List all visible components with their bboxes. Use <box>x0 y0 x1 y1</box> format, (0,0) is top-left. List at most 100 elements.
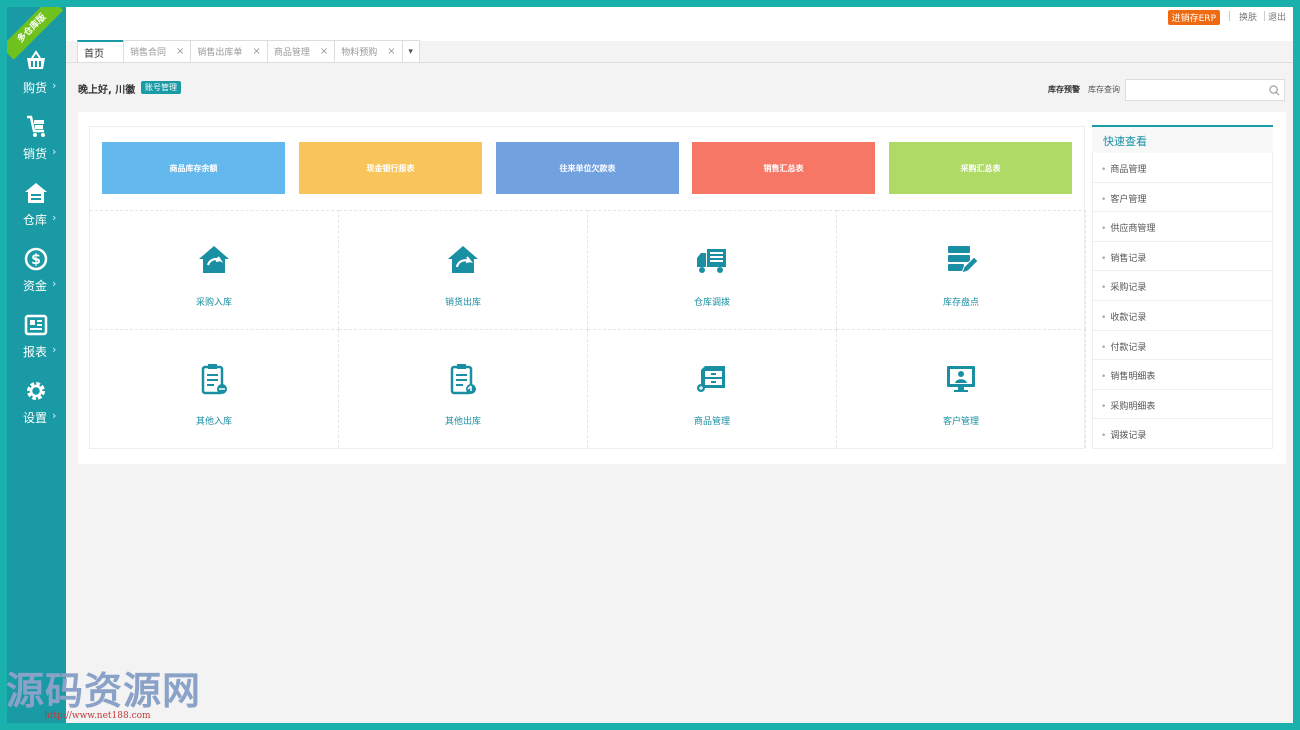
skin-link[interactable]: 换肤 <box>1239 10 1257 23</box>
sidebar-item-sales[interactable]: 销货 › <box>7 115 66 175</box>
stock-warning-link[interactable]: 库存预警 <box>1048 84 1080 95</box>
close-icon[interactable]: × <box>252 46 260 57</box>
bullet-icon: • <box>1101 342 1107 353</box>
bullet-icon: • <box>1101 372 1107 383</box>
report-label: 销售汇总表 <box>763 163 804 173</box>
sidebar-item-settings[interactable]: 设置 › <box>7 379 66 439</box>
logout-link[interactable]: 退出 <box>1268 10 1286 23</box>
quick-item-product[interactable]: • 商品管理 <box>1092 153 1273 183</box>
tab-label: 首页 <box>84 48 104 60</box>
cabinet-icon <box>697 366 725 392</box>
quick-item-label: 采购记录 <box>1110 283 1147 294</box>
action-label: 其他出库 <box>444 417 481 427</box>
report-label: 现金银行报表 <box>366 163 415 173</box>
quick-item-label: 付款记录 <box>1110 342 1147 353</box>
report-icon <box>24 314 48 336</box>
cart-icon <box>27 115 45 137</box>
chevron-right-icon: › <box>52 343 57 356</box>
tab-label: 商品管理 <box>273 48 310 58</box>
tab-bar: 首页 销售合同 × 销售出库单 × 商品管理 × 物料预购 × ▾ <box>77 40 420 63</box>
quick-item-purchase-detail[interactable]: • 采购明细表 <box>1092 389 1273 420</box>
dashboard-area: 商品库存余额 现金银行报表 往来单位欠款表 销售汇总表 采购汇总表 采购入库 销… <box>89 126 1086 449</box>
action-product-management[interactable]: 商品管理 <box>588 329 837 448</box>
action-label: 销货出库 <box>444 298 481 308</box>
tab-label: 销售合同 <box>130 48 167 58</box>
sidebar-item-label: 报表 <box>23 345 48 359</box>
watermark-text: 源码资源网 <box>6 669 202 713</box>
quick-item-label: 采购明细表 <box>1110 401 1156 412</box>
sidebar-item-label: 仓库 <box>23 213 48 227</box>
clipboard-in-icon <box>201 364 227 395</box>
action-purchase-inbound[interactable]: 采购入库 <box>90 210 339 329</box>
report-cash-bank[interactable]: 现金银行报表 <box>299 142 482 194</box>
search-icon[interactable] <box>1269 85 1280 96</box>
close-icon[interactable]: × <box>387 46 395 57</box>
action-label: 仓库调拨 <box>693 298 730 308</box>
house-in-icon <box>199 246 229 273</box>
close-icon[interactable]: × <box>176 46 184 57</box>
chevron-right-icon: › <box>52 277 57 290</box>
action-other-inbound[interactable]: 其他入库 <box>90 329 339 448</box>
main-panel: 商品库存余额 现金银行报表 往来单位欠款表 销售汇总表 采购汇总表 采购入库 销… <box>78 112 1286 464</box>
quick-item-label: 商品管理 <box>1110 165 1147 175</box>
close-icon[interactable]: × <box>320 46 328 57</box>
quick-item-sales-detail[interactable]: • 销售明细表 <box>1092 360 1273 390</box>
action-label: 采购入库 <box>195 298 232 308</box>
server-edit-icon <box>948 246 978 274</box>
action-sales-outbound[interactable]: 销货出库 <box>339 210 588 329</box>
report-arrears[interactable]: 往来单位欠款表 <box>496 142 679 194</box>
tab-home[interactable]: 首页 <box>77 40 123 63</box>
action-warehouse-transfer[interactable]: 仓库调拨 <box>588 210 837 329</box>
sidebar-item-purchase[interactable]: 购货 › <box>7 49 66 109</box>
tab-sales-outbound[interactable]: 销售出库单 × <box>190 40 267 63</box>
quick-item-label: 客户管理 <box>1110 194 1147 205</box>
quick-item-label: 收款记录 <box>1110 312 1147 323</box>
sidebar-item-reports[interactable]: 报表 › <box>7 313 66 373</box>
report-sales-summary[interactable]: 销售汇总表 <box>692 142 875 194</box>
quick-item-receipt-records[interactable]: • 收款记录 <box>1092 300 1273 331</box>
basket-icon <box>27 50 45 69</box>
truck-icon <box>697 249 726 273</box>
quick-item-label: 销售记录 <box>1110 253 1147 264</box>
sidebar-item-warehouse[interactable]: 仓库 › <box>7 181 66 241</box>
app-frame: 多仓库版 购货 › 销货 › 仓库 › $ 资金 › 报表 › 设置 › 进销存… <box>7 7 1293 723</box>
action-label: 其他入库 <box>195 417 232 427</box>
action-other-outbound[interactable]: 其他出库 <box>339 329 588 448</box>
sidebar: 多仓库版 购货 › 销货 › 仓库 › $ 资金 › 报表 › 设置 › <box>7 7 66 723</box>
report-purchase-summary[interactable]: 采购汇总表 <box>889 142 1072 194</box>
quick-item-label: 销售明细表 <box>1110 372 1156 383</box>
tab-product-management[interactable]: 商品管理 × <box>266 40 335 63</box>
sidebar-item-label: 销货 <box>23 147 48 161</box>
bullet-icon: • <box>1101 431 1107 442</box>
action-stock-count[interactable]: 库存盘点 <box>837 210 1086 329</box>
sidebar-item-funds[interactable]: $ 资金 › <box>7 247 66 307</box>
stock-search-input[interactable] <box>1126 82 1266 103</box>
tab-material-preorder[interactable]: 物料预购 × <box>334 40 402 63</box>
quick-item-customer[interactable]: • 客户管理 <box>1092 182 1273 213</box>
tab-dropdown[interactable]: ▾ <box>401 40 420 63</box>
quick-item-payment-records[interactable]: • 付款记录 <box>1092 330 1273 361</box>
account-management-button[interactable]: 账号管理 <box>141 81 181 94</box>
quick-item-transfer-records[interactable]: • 调拨记录 <box>1092 419 1273 449</box>
quick-item-supplier[interactable]: • 供应商管理 <box>1092 212 1273 242</box>
sidebar-item-label: 购货 <box>23 81 48 95</box>
erp-badge[interactable]: 进销存ERP <box>1167 10 1220 25</box>
tab-sales-contract[interactable]: 销售合同 × <box>123 40 191 63</box>
report-inventory-balance[interactable]: 商品库存余额 <box>102 142 285 194</box>
greeting-text: 晚上好, 川徽 <box>78 85 136 96</box>
watermark-url: http://www.net188.com <box>44 711 151 721</box>
action-label: 商品管理 <box>693 417 730 427</box>
quick-item-purchase-records[interactable]: • 采购记录 <box>1092 271 1273 301</box>
chevron-right-icon: › <box>52 79 57 92</box>
action-label: 客户管理 <box>942 417 979 427</box>
house-out-icon <box>448 246 478 273</box>
svg-text:$: $ <box>31 252 41 268</box>
action-customer-management[interactable]: 客户管理 <box>837 329 1086 448</box>
sidebar-item-label: 设置 <box>23 411 48 425</box>
report-label: 往来单位欠款表 <box>559 163 616 173</box>
stock-search-box <box>1125 79 1285 103</box>
quick-view-panel: 快速查看 • 商品管理 • 客户管理 • 供应商管理 • 销售记录 • 采购记录 • 收款记… <box>1092 125 1273 450</box>
bullet-icon: • <box>1101 224 1107 235</box>
quick-item-sales-records[interactable]: • 销售记录 <box>1092 241 1273 272</box>
report-label: 商品库存余额 <box>169 163 218 173</box>
